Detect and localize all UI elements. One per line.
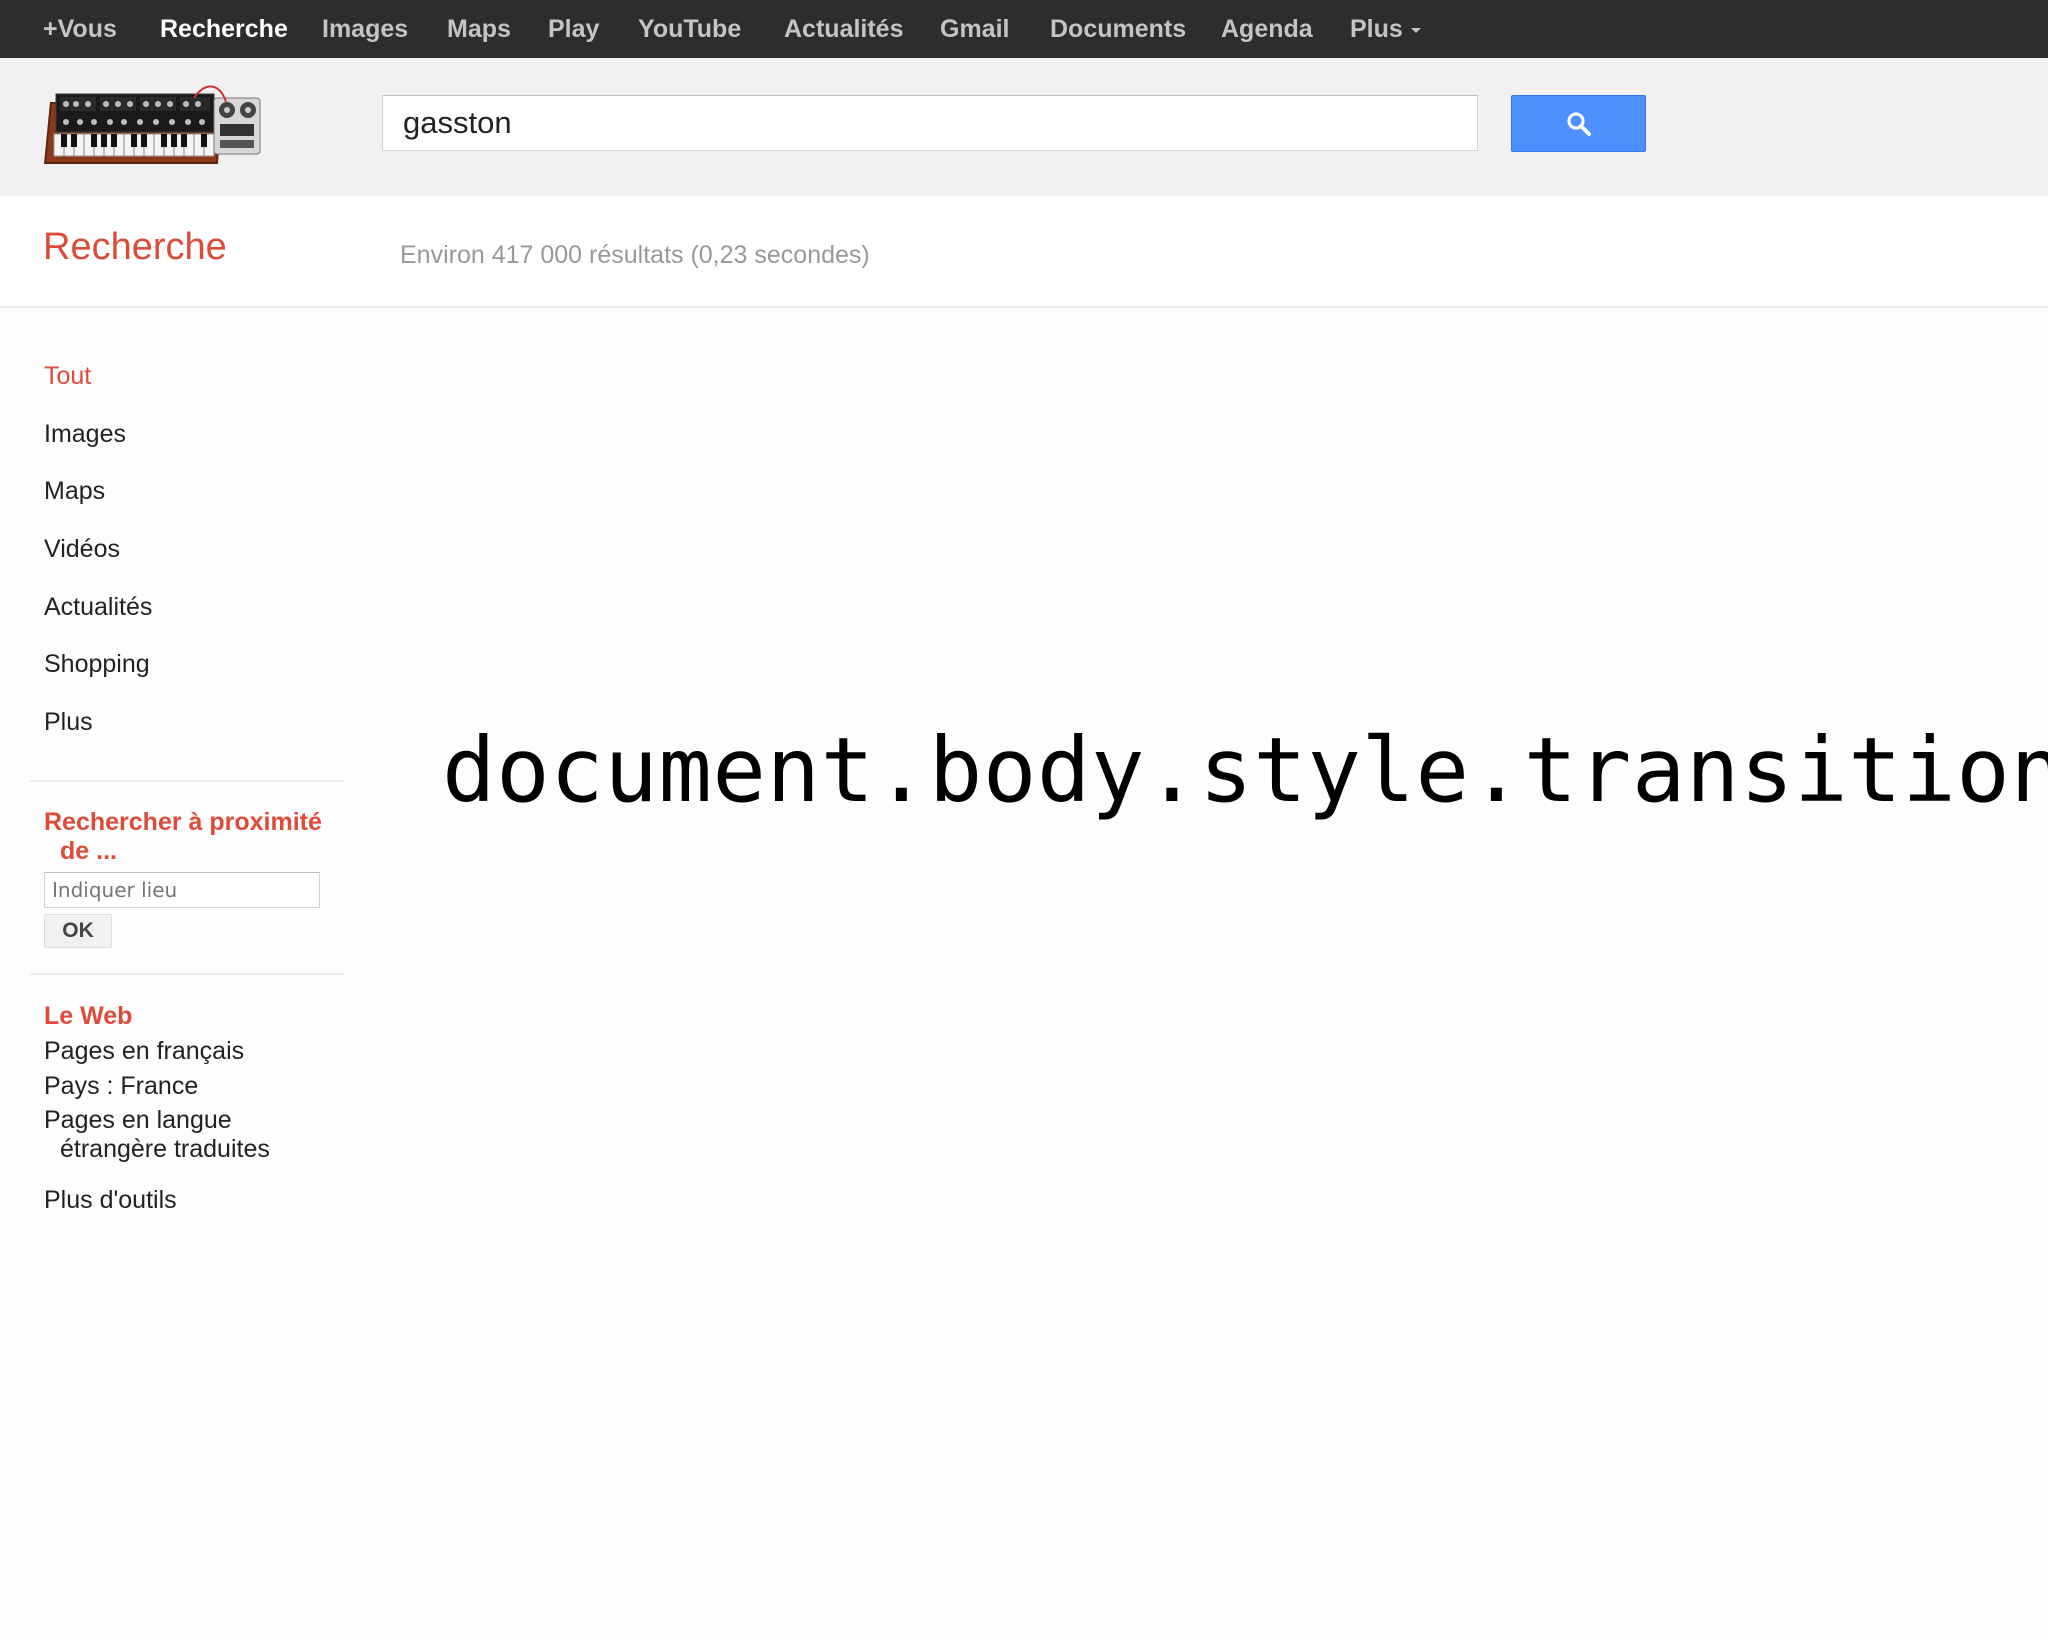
ok-button[interactable]: OK: [44, 914, 112, 948]
sidebar-item-tout[interactable]: Tout: [44, 362, 91, 391]
nearby-search-heading[interactable]: Rechercher à proximité de ...: [44, 808, 322, 866]
web-filter-heading[interactable]: Le Web: [44, 1002, 132, 1031]
topbar-item-actualites[interactable]: Actualités: [784, 0, 903, 58]
topbar-item-play[interactable]: Play: [548, 0, 599, 58]
chevron-down-icon: [1410, 27, 1421, 33]
topbar-item-agenda[interactable]: Agenda: [1221, 0, 1313, 58]
sidebar-item-shopping[interactable]: Shopping: [44, 650, 150, 679]
topbar-item-recherche[interactable]: Recherche: [160, 0, 288, 58]
nearby-heading-line1: Rechercher à proximité: [44, 808, 322, 836]
topbar-item-maps[interactable]: Maps: [447, 0, 511, 58]
synthesizer-icon[interactable]: [44, 84, 264, 168]
sidebar-divider: [30, 973, 344, 975]
topbar-item-documents[interactable]: Documents: [1050, 0, 1186, 58]
search-icon: [1567, 112, 1591, 136]
filter-pays-france[interactable]: Pays : France: [44, 1072, 198, 1101]
sidebar-item-images[interactable]: Images: [44, 420, 126, 449]
overlay-code-text: document.body.style.transition: [442, 718, 2048, 822]
sidebar-item-actualites[interactable]: Actualités: [44, 593, 152, 622]
more-tools-link[interactable]: Plus d'outils: [44, 1186, 177, 1215]
nearby-heading-line2: de ...: [60, 837, 117, 865]
topbar-plus-label: Plus: [1350, 15, 1403, 43]
sidebar-item-plus[interactable]: Plus: [44, 708, 93, 737]
page-title: Recherche: [43, 226, 227, 268]
topbar-item-youtube[interactable]: YouTube: [638, 0, 741, 58]
result-stats: Environ 417 000 résultats (0,23 secondes…: [400, 241, 870, 269]
topbar-item-vous[interactable]: +Vous: [43, 0, 117, 58]
filter-pages-francais[interactable]: Pages en français: [44, 1037, 244, 1066]
search-header: [0, 58, 2048, 196]
topbar-item-plus[interactable]: Plus: [1350, 0, 1421, 58]
topbar-item-gmail[interactable]: Gmail: [940, 0, 1009, 58]
search-input[interactable]: [382, 95, 1478, 151]
sidebar-item-videos[interactable]: Vidéos: [44, 535, 120, 564]
filter-translated-pages[interactable]: Pages en langue étrangère traduites: [44, 1106, 270, 1164]
results-header: Recherche Environ 417 000 résultats (0,2…: [0, 196, 2048, 308]
topbar-item-images[interactable]: Images: [322, 0, 408, 58]
translated-line2: étrangère traduites: [60, 1135, 270, 1163]
top-navigation-bar: +Vous Recherche Images Maps Play YouTube…: [0, 0, 2048, 58]
location-input[interactable]: [44, 872, 320, 908]
translated-line1: Pages en langue: [44, 1106, 232, 1134]
sidebar-divider: [30, 780, 344, 782]
search-button[interactable]: [1511, 95, 1646, 152]
sidebar-item-maps[interactable]: Maps: [44, 477, 105, 506]
